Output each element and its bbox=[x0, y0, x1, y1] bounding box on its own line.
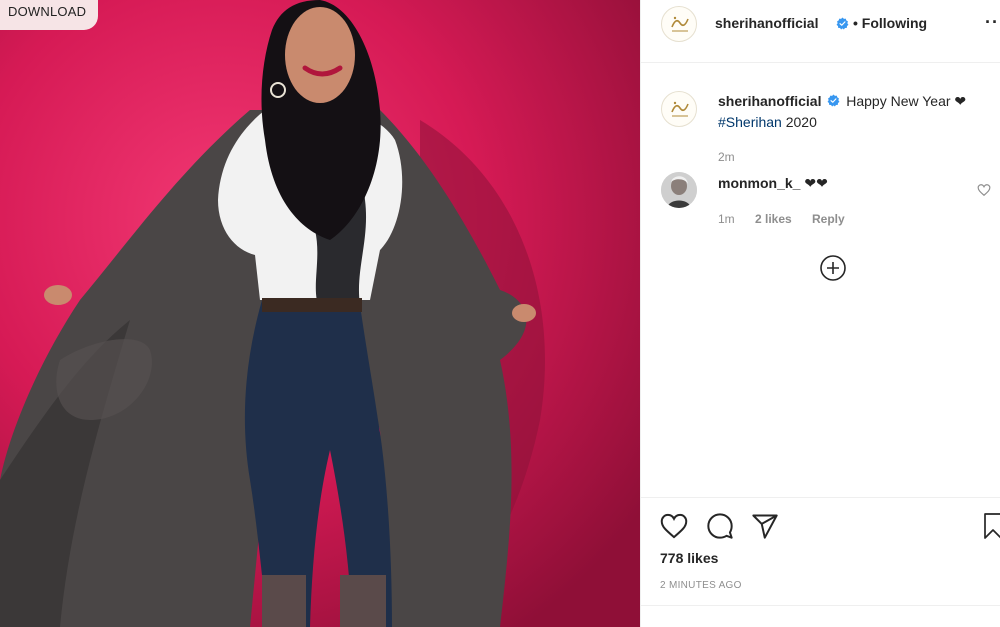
caption-year: 2020 bbox=[781, 114, 817, 130]
signature-logo-icon bbox=[671, 101, 689, 117]
comment-body: ❤❤ bbox=[804, 175, 828, 191]
comment: monmon_k_ ❤❤ bbox=[718, 175, 828, 192]
caption-username[interactable]: sherihanofficial bbox=[718, 93, 821, 109]
commenter-avatar[interactable] bbox=[661, 172, 697, 208]
commenter-photo bbox=[661, 172, 697, 208]
download-button[interactable]: DOWNLOAD bbox=[0, 0, 99, 30]
commenter-username[interactable]: monmon_k_ bbox=[718, 175, 800, 191]
comment-like-heart-icon[interactable] bbox=[977, 183, 991, 197]
verified-badge-icon bbox=[827, 94, 840, 107]
signature-logo-icon bbox=[671, 16, 689, 32]
caption-hashtag[interactable]: #Sherihan bbox=[718, 114, 782, 130]
more-options-button[interactable]: ·· bbox=[985, 12, 999, 33]
profile-avatar[interactable] bbox=[661, 6, 697, 42]
comment-likes[interactable]: 2 likes bbox=[755, 212, 792, 226]
post-header: sherihanofficial • Following ·· bbox=[641, 0, 1000, 63]
post-time-ago: 2 MINUTES AGO bbox=[660, 580, 742, 591]
caption-timestamp: 2m bbox=[718, 150, 735, 164]
share-plane-icon[interactable] bbox=[751, 512, 779, 540]
post-sidebar: sherihanofficial • Following ·· sherihan… bbox=[640, 0, 1000, 627]
divider bbox=[641, 605, 1000, 606]
header-username[interactable]: sherihanofficial bbox=[715, 15, 818, 31]
caption-avatar[interactable] bbox=[661, 91, 697, 127]
verified-badge-icon bbox=[836, 17, 849, 30]
post-photo[interactable]: DOWNLOAD bbox=[0, 0, 640, 627]
following-button[interactable]: • Following bbox=[853, 15, 927, 31]
likes-count[interactable]: 778 likes bbox=[660, 550, 718, 566]
bookmark-icon[interactable] bbox=[983, 512, 1000, 540]
plus-circle-icon[interactable] bbox=[819, 254, 847, 282]
post-caption: sherihanofficial Happy New Year ❤ #Sheri… bbox=[718, 91, 988, 133]
reply-button[interactable]: Reply bbox=[812, 212, 845, 226]
comment-bubble-icon[interactable] bbox=[705, 512, 735, 540]
caption-body: Happy New Year ❤ bbox=[846, 93, 967, 109]
heart-outline-icon[interactable] bbox=[660, 513, 688, 539]
comment-timestamp: 1m bbox=[718, 212, 735, 226]
photo-illustration bbox=[0, 0, 640, 627]
